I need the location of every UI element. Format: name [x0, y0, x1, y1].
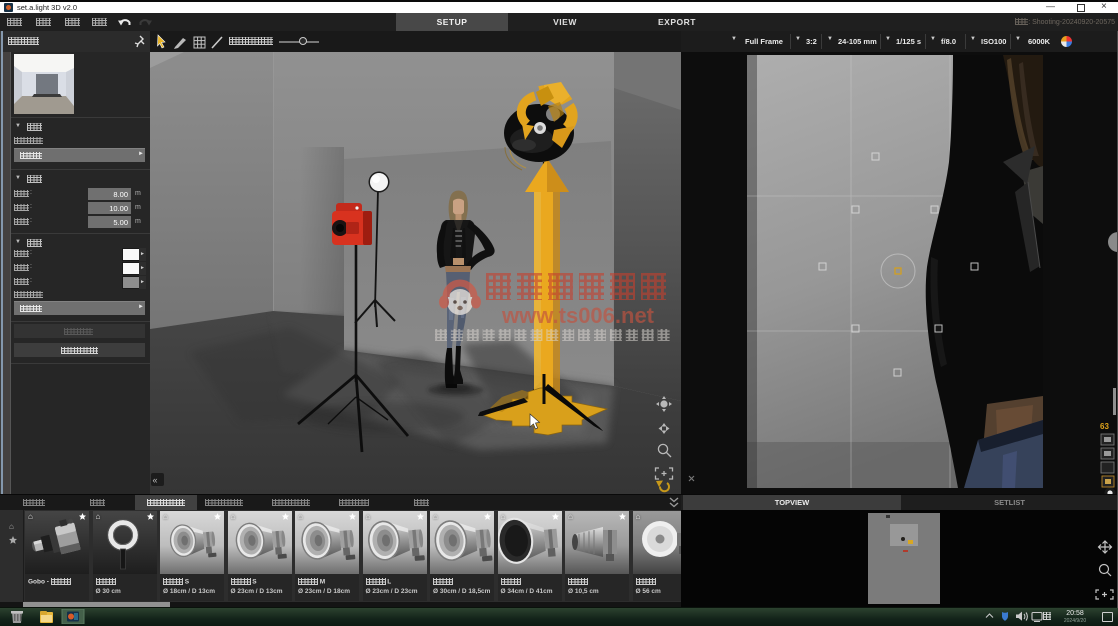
svg-text:«: «	[153, 475, 158, 485]
svg-text:www.ts006.net: www.ts006.net	[501, 303, 655, 328]
svg-text:63: 63	[1100, 422, 1109, 431]
